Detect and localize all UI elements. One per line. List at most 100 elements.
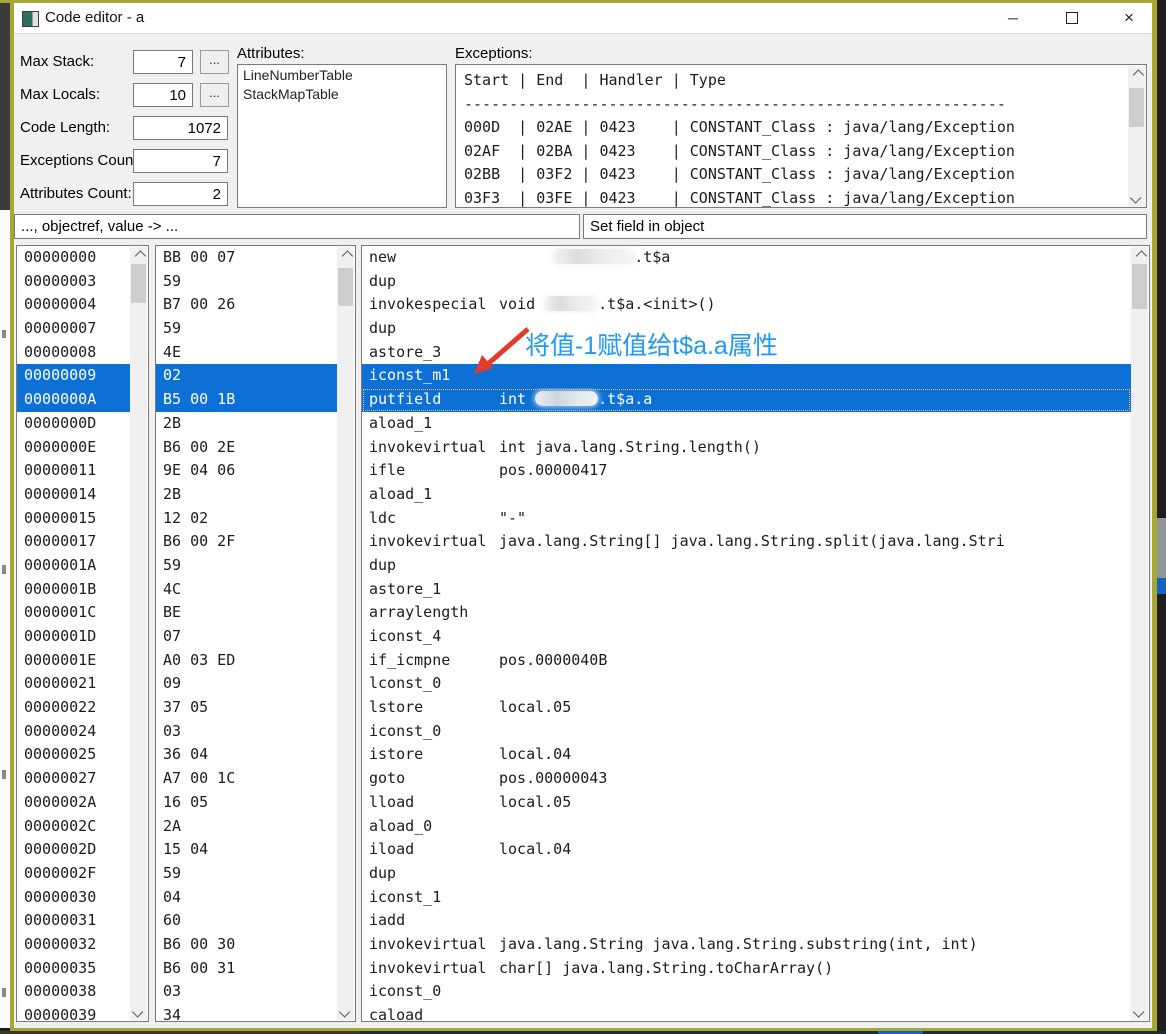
hex-row[interactable]: 59: [156, 317, 337, 341]
offset-row[interactable]: 00000007: [17, 317, 130, 341]
form-value-field[interactable]: [133, 149, 228, 173]
scrollbar-thumb[interactable]: [338, 268, 353, 306]
instruction-row[interactable]: lstore local.05: [362, 696, 1131, 720]
instruction-row[interactable]: goto pos.00000043: [362, 767, 1131, 791]
scroll-down-icon[interactable]: [1131, 1003, 1148, 1020]
attribute-item[interactable]: LineNumberTable: [238, 65, 446, 84]
instruction-row[interactable]: new .t$a: [362, 246, 1131, 270]
hex-row[interactable]: 03: [156, 980, 337, 1004]
hex-row[interactable]: 12 02: [156, 507, 337, 531]
hex-row[interactable]: 07: [156, 625, 337, 649]
offset-row[interactable]: 00000003: [17, 270, 130, 294]
offset-row[interactable]: 0000002F: [17, 862, 130, 886]
scroll-up-icon[interactable]: [130, 247, 147, 264]
hex-row[interactable]: 02: [156, 364, 337, 389]
offset-row[interactable]: 0000001B: [17, 578, 130, 602]
browse-button[interactable]: ...: [200, 83, 229, 107]
hex-row[interactable]: 09: [156, 672, 337, 696]
hex-row[interactable]: 36 04: [156, 743, 337, 767]
offset-row[interactable]: 00000038: [17, 980, 130, 1004]
instruction-row[interactable]: iconst_0: [362, 720, 1131, 744]
offset-row[interactable]: 00000039: [17, 1004, 130, 1021]
instruction-row[interactable]: caload: [362, 1004, 1131, 1021]
instruction-row[interactable]: ifle pos.00000417: [362, 459, 1131, 483]
offset-row[interactable]: 00000021: [17, 672, 130, 696]
offset-row[interactable]: 0000000A: [17, 388, 130, 412]
offset-row[interactable]: 00000017: [17, 530, 130, 554]
hex-row[interactable]: 59: [156, 554, 337, 578]
instruction-list[interactable]: new .t$a dup invokespecial void .t$a.<init>…: [361, 245, 1150, 1022]
scroll-down-icon[interactable]: [337, 1003, 354, 1020]
instruction-row[interactable]: iload local.04: [362, 838, 1131, 862]
offset-row[interactable]: 00000030: [17, 886, 130, 910]
instruction-row[interactable]: dup: [362, 862, 1131, 886]
scroll-down-icon[interactable]: [130, 1003, 147, 1020]
scroll-up-icon[interactable]: [337, 247, 354, 264]
hex-list[interactable]: BB 00 07 59 B7 00 26 59 4E 02 B5 00 1B 2B B6 00 …: [155, 245, 356, 1022]
instruction-row[interactable]: iconst_1: [362, 886, 1131, 910]
hex-row[interactable]: 2A: [156, 815, 337, 839]
hex-row[interactable]: 2B: [156, 412, 337, 436]
hex-row[interactable]: 15 04: [156, 838, 337, 862]
instruction-row[interactable]: invokevirtual int java.lang.String.length…: [362, 436, 1131, 460]
form-value-field[interactable]: [133, 83, 193, 107]
offset-row[interactable]: 00000015: [17, 507, 130, 531]
offset-row[interactable]: 0000001D: [17, 625, 130, 649]
form-value-field[interactable]: [133, 116, 228, 140]
hex-row[interactable]: 9E 04 06: [156, 459, 337, 483]
hex-row[interactable]: B6 00 30: [156, 933, 337, 957]
instruction-row[interactable]: iadd: [362, 909, 1131, 933]
offset-row[interactable]: 0000000E: [17, 436, 130, 460]
offset-row[interactable]: 0000002A: [17, 791, 130, 815]
offset-row[interactable]: 0000001E: [17, 649, 130, 673]
offset-row[interactable]: 00000031: [17, 909, 130, 933]
offset-row[interactable]: 00000032: [17, 933, 130, 957]
instruction-row[interactable]: invokevirtual java.lang.String[] java.lan…: [362, 530, 1131, 554]
instruction-scrollbar[interactable]: [1131, 247, 1148, 1020]
attributes-listbox[interactable]: LineNumberTable StackMapTable: [237, 64, 447, 208]
close-button[interactable]: ×: [1106, 3, 1152, 33]
instruction-row[interactable]: aload_0: [362, 815, 1131, 839]
offset-row[interactable]: 0000000D: [17, 412, 130, 436]
scroll-down-icon[interactable]: [1128, 189, 1145, 206]
maximize-button[interactable]: [1049, 3, 1095, 33]
offset-row[interactable]: 0000002C: [17, 815, 130, 839]
scrollbar-thumb[interactable]: [1132, 264, 1147, 309]
hex-row[interactable]: BE: [156, 601, 337, 625]
hex-row[interactable]: 60: [156, 909, 337, 933]
hex-row[interactable]: 4C: [156, 578, 337, 602]
hex-row[interactable]: B6 00 2E: [156, 436, 337, 460]
instruction-row[interactable]: invokevirtual java.lang.String java.lang.…: [362, 933, 1131, 957]
form-value-field[interactable]: [133, 182, 228, 206]
instruction-row[interactable]: lconst_0: [362, 672, 1131, 696]
hex-row[interactable]: 59: [156, 270, 337, 294]
exceptions-scrollbar[interactable]: [1128, 66, 1145, 206]
offset-row[interactable]: 00000024: [17, 720, 130, 744]
offset-row[interactable]: 00000027: [17, 767, 130, 791]
instruction-row[interactable]: aload_1: [362, 412, 1131, 436]
offset-list[interactable]: 00000000 00000003 00000004 00000007 00000008…: [16, 245, 149, 1022]
hex-row[interactable]: B7 00 26: [156, 293, 337, 317]
hex-row[interactable]: 16 05: [156, 791, 337, 815]
instruction-row[interactable]: lload local.05: [362, 791, 1131, 815]
offset-row[interactable]: 00000008: [17, 341, 130, 365]
offset-row[interactable]: 00000011: [17, 459, 130, 483]
scroll-up-icon[interactable]: [1128, 66, 1145, 83]
instruction-row[interactable]: arraylength: [362, 601, 1131, 625]
hex-row[interactable]: 37 05: [156, 696, 337, 720]
instruction-row[interactable]: ldc "-": [362, 507, 1131, 531]
offset-row[interactable]: 00000025: [17, 743, 130, 767]
minimize-button[interactable]: ─: [990, 3, 1036, 33]
offset-row[interactable]: 00000000: [17, 246, 130, 270]
instruction-row[interactable]: invokevirtual char[] java.lang.String.toC…: [362, 957, 1131, 981]
offset-row[interactable]: 00000004: [17, 293, 130, 317]
hex-row[interactable]: 4E: [156, 341, 337, 365]
offset-row[interactable]: 00000014: [17, 483, 130, 507]
offset-row[interactable]: 00000022: [17, 696, 130, 720]
hex-row[interactable]: B5 00 1B: [156, 388, 337, 412]
scrollbar-thumb[interactable]: [131, 264, 146, 303]
offset-scrollbar[interactable]: [130, 247, 147, 1020]
hex-scrollbar[interactable]: [337, 247, 354, 1020]
stack-effect-field[interactable]: [14, 214, 580, 239]
exceptions-table[interactable]: Start | End | Handler | Type -----------…: [455, 64, 1147, 208]
